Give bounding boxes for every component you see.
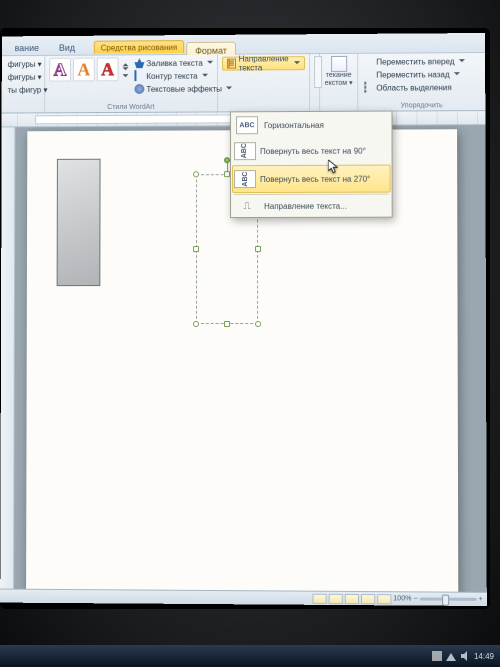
group-arrange: Переместить вперед Переместить назад Обл… <box>358 53 485 111</box>
horizontal-icon: ABC <box>236 116 258 134</box>
rotation-connector <box>227 163 228 171</box>
tray-clock[interactable]: 14:49 <box>474 652 494 661</box>
wrap-text-icon <box>331 56 347 72</box>
resize-handle-w[interactable] <box>193 246 199 252</box>
shape-outline-button[interactable]: фигуры ▾ <box>6 71 41 83</box>
resize-handle-sw[interactable] <box>193 321 199 327</box>
group-wordart-styles: A A A Заливка текста <box>45 55 218 113</box>
menu-item-more-options[interactable]: ⎍ Направление текста... <box>232 196 391 216</box>
wordart-gallery[interactable]: A A A <box>49 57 128 81</box>
tray-flag-icon[interactable] <box>432 651 442 661</box>
menu-item-horizontal[interactable]: ABC Горизонтальная <box>232 113 390 138</box>
app-window: вание Вид Средства рисования Формат фигу… <box>0 33 487 606</box>
text-direction-menu: ABC Горизонтальная ABC Повернуть весь те… <box>230 111 393 219</box>
selection-pane-button[interactable]: Область выделения <box>362 81 481 94</box>
view-reading-button[interactable] <box>329 593 343 603</box>
group-spacer-1 <box>310 54 320 111</box>
group-wrap-text: текание екстом ▾ <box>320 54 358 111</box>
group-label-wordart: Стили WordArt <box>49 103 213 112</box>
ruler-vertical[interactable] <box>0 127 15 588</box>
selection-pane-icon <box>364 82 366 93</box>
text-direction-button[interactable]: Направление текста <box>222 56 305 70</box>
rotate-90-icon: ABC <box>234 142 256 160</box>
tab-view[interactable]: Вид <box>50 39 84 55</box>
wordart-preset-1[interactable]: A <box>49 58 71 82</box>
view-print-layout-button[interactable] <box>312 593 326 603</box>
group-shape-styles-partial: фигуры ▾ фигуры ▾ ты фигур ▾ <box>2 56 46 113</box>
menu-item-rotate-270[interactable]: ABC Повернуть весь текст на 270° <box>232 165 391 194</box>
more-options-icon: ⎍ <box>236 199 258 213</box>
view-web-button[interactable] <box>345 593 359 603</box>
wordart-preset-3[interactable]: A <box>97 57 119 81</box>
ribbon: фигуры ▾ фигуры ▾ ты фигур ▾ A A A <box>2 53 486 114</box>
windows-taskbar: 14:49 <box>0 645 500 667</box>
text-direction-icon <box>227 59 236 69</box>
zoom-in-button[interactable]: + <box>479 596 483 603</box>
group-label-arrange: Упорядочить <box>362 101 481 110</box>
resize-handle-e[interactable] <box>255 246 261 252</box>
send-backward-button[interactable]: Переместить назад <box>362 68 481 81</box>
zoom-slider[interactable] <box>420 597 477 600</box>
shape-fill-button[interactable]: фигуры ▾ <box>6 58 41 70</box>
resize-handle-nw[interactable] <box>193 171 199 177</box>
view-outline-button[interactable] <box>361 594 375 604</box>
tray-volume-icon[interactable] <box>460 651 470 661</box>
gallery-down-icon[interactable] <box>123 67 129 73</box>
text-effects-icon <box>134 84 144 94</box>
gallery-up-icon[interactable] <box>123 60 129 66</box>
zoom-level[interactable]: 100% <box>393 595 411 602</box>
view-draft-button[interactable] <box>377 594 391 604</box>
zoom-out-button[interactable]: − <box>413 595 417 602</box>
gallery-more-icon[interactable] <box>123 74 129 80</box>
tab-context-drawing-tools: Средства рисования <box>94 40 184 54</box>
status-bar: 100% − + <box>0 589 487 606</box>
shape-rectangle-filled[interactable] <box>57 159 101 286</box>
system-tray[interactable]: 14:49 <box>432 651 494 661</box>
tray-network-icon[interactable] <box>446 651 456 661</box>
text-fill-icon <box>134 58 144 68</box>
rotate-270-icon: ABC <box>234 170 256 188</box>
text-outline-icon <box>134 70 136 81</box>
mouse-cursor <box>328 160 338 174</box>
resize-handle-s[interactable] <box>224 321 230 327</box>
group-text: Направление текста <box>218 54 310 111</box>
shape-effects-button[interactable]: ты фигур ▾ <box>6 84 41 96</box>
resize-handle-se[interactable] <box>255 321 261 327</box>
bring-forward-button[interactable]: Переместить вперед <box>362 55 481 68</box>
menu-item-rotate-90[interactable]: ABC Повернуть весь текст на 90° <box>232 137 391 166</box>
tab-review[interactable]: вание <box>6 39 48 55</box>
wordart-preset-2[interactable]: A <box>73 58 95 82</box>
